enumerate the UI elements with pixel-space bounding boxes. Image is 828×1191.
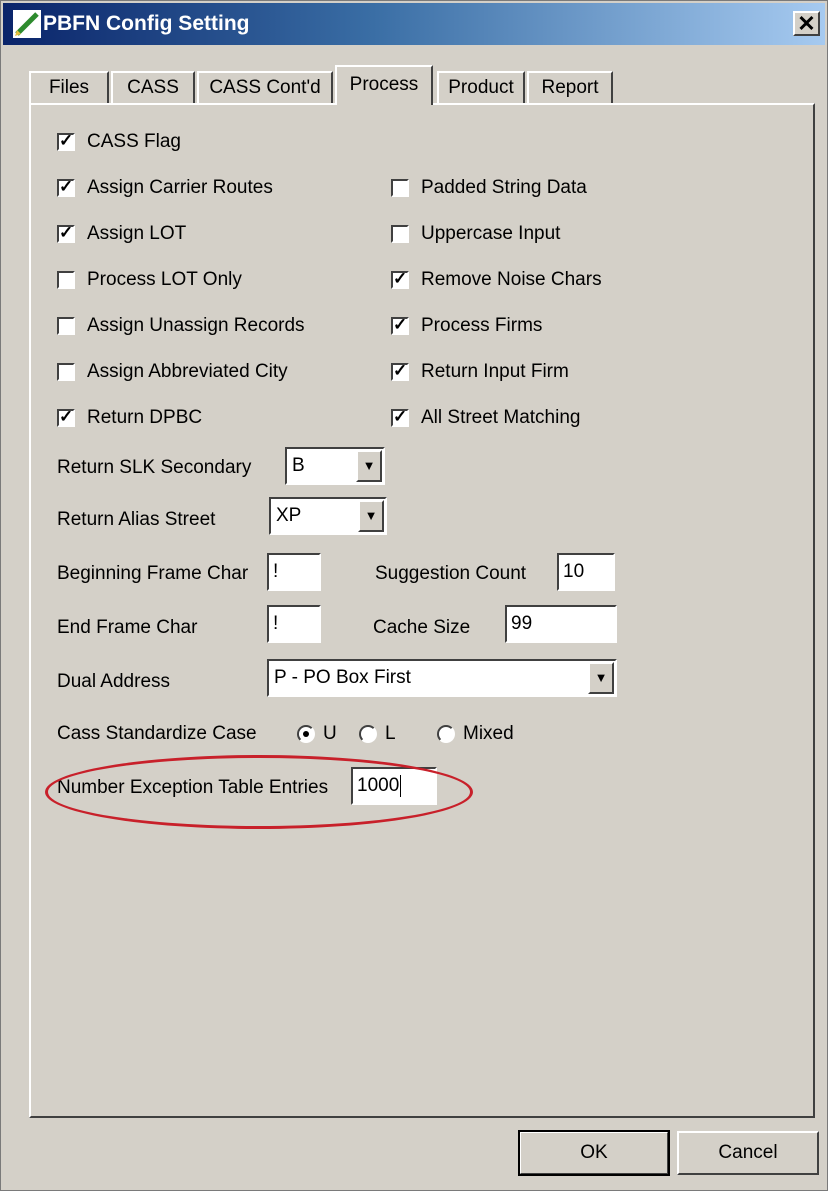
check-icon: ✓	[393, 315, 408, 334]
checkbox-box[interactable]	[57, 271, 75, 289]
return-slk-secondary-select[interactable]: B ▼	[285, 447, 385, 485]
beginning-frame-char-label: Beginning Frame Char	[57, 563, 249, 584]
checkbox-label: Return Input Firm	[421, 361, 569, 382]
radio-case-l[interactable]: L	[359, 723, 396, 745]
radio-label: U	[323, 723, 337, 744]
title-bar[interactable]: PBFN Config Setting ✕	[3, 3, 825, 45]
checkbox-all-street-matching[interactable]: ✓ All Street Matching	[391, 407, 580, 429]
suggestion-count-label: Suggestion Count	[375, 563, 527, 584]
checkbox-box[interactable]: ✓	[57, 223, 75, 243]
checkbox-label: CASS Flag	[87, 131, 181, 152]
checkbox-label: All Street Matching	[421, 407, 581, 428]
checkbox-label: Assign LOT	[87, 223, 187, 244]
return-alias-street-label: Return Alias Street	[57, 509, 216, 530]
tab-files[interactable]: Files	[29, 71, 109, 103]
checkbox-label: Process LOT Only	[87, 269, 242, 290]
checkbox-assign-lot[interactable]: ✓ Assign LOT	[57, 223, 186, 245]
checkbox-label: Process Firms	[421, 315, 543, 336]
ok-button[interactable]: OK	[518, 1130, 670, 1176]
tab-report[interactable]: Report	[527, 71, 613, 103]
checkbox-label: Padded String Data	[421, 177, 587, 198]
checkbox-label: Assign Unassign Records	[87, 315, 305, 336]
cancel-button[interactable]: Cancel	[677, 1131, 819, 1175]
radio-circle[interactable]	[297, 725, 315, 743]
checkbox-assign-carrier-routes[interactable]: ✓ Assign Carrier Routes	[57, 177, 273, 199]
checkbox-label: Return DPBC	[87, 407, 203, 428]
chevron-down-icon: ▼	[364, 508, 378, 523]
chevron-down-icon: ▼	[362, 458, 376, 473]
tab-cass-contd[interactable]: CASS Cont'd	[197, 71, 333, 103]
check-icon: ✓	[393, 361, 408, 380]
radio-label: Mixed	[463, 723, 514, 744]
suggestion-count-input[interactable]: 10	[557, 553, 615, 591]
dual-address-select[interactable]: P - PO Box First ▼	[267, 659, 617, 697]
checkbox-box[interactable]: ✓	[391, 361, 409, 381]
process-tab-panel	[29, 103, 815, 1118]
end-frame-char-label: End Frame Char	[57, 617, 198, 638]
config-dialog: PBFN Config Setting ✕ Files CASS CASS Co…	[0, 0, 828, 1191]
checkbox-label: Assign Carrier Routes	[87, 177, 273, 198]
dropdown-button[interactable]: ▼	[356, 450, 382, 482]
checkbox-assign-unassign-records[interactable]: Assign Unassign Records	[57, 315, 305, 337]
cache-size-input[interactable]: 99	[505, 605, 617, 643]
checkbox-box[interactable]: ✓	[57, 407, 75, 427]
checkbox-box[interactable]	[391, 179, 409, 197]
chevron-down-icon: ▼	[594, 670, 608, 685]
radio-dot-icon	[303, 731, 309, 737]
check-icon: ✓	[393, 269, 408, 288]
checkbox-box[interactable]	[57, 363, 75, 381]
number-exception-table-entries-label: Number Exception Table Entries	[57, 777, 329, 798]
text-caret	[400, 774, 402, 797]
checkbox-padded-string-data[interactable]: Padded String Data	[391, 177, 587, 199]
radio-circle[interactable]	[359, 725, 377, 743]
check-icon: ✓	[59, 407, 74, 426]
checkbox-return-input-firm[interactable]: ✓ Return Input Firm	[391, 361, 569, 383]
checkbox-box[interactable]: ✓	[57, 177, 75, 197]
check-icon: ✓	[59, 131, 74, 150]
checkbox-label: Assign Abbreviated City	[87, 361, 288, 382]
radio-case-u[interactable]: U	[297, 723, 337, 745]
tab-cass[interactable]: CASS	[111, 71, 195, 103]
checkbox-box[interactable]: ✓	[391, 407, 409, 427]
beginning-frame-char-input[interactable]: !	[267, 553, 321, 591]
checkbox-cass-flag[interactable]: ✓ CASS Flag	[57, 131, 181, 153]
checkbox-label: Uppercase Input	[421, 223, 561, 244]
tab-product[interactable]: Product	[437, 71, 525, 103]
select-value: P - PO Box First	[274, 667, 411, 688]
checkbox-process-firms[interactable]: ✓ Process Firms	[391, 315, 542, 337]
dual-address-label: Dual Address	[57, 671, 171, 692]
checkbox-box[interactable]	[57, 317, 75, 335]
cass-standardize-case-label: Cass Standardize Case	[57, 723, 257, 744]
number-exception-table-entries-input[interactable]: 1000	[351, 767, 437, 805]
close-icon: ✕	[797, 11, 816, 36]
checkbox-return-dpbc[interactable]: ✓ Return DPBC	[57, 407, 202, 429]
checkbox-remove-noise-chars[interactable]: ✓ Remove Noise Chars	[391, 269, 602, 291]
checkbox-label: Remove Noise Chars	[421, 269, 602, 290]
return-slk-secondary-label: Return SLK Secondary	[57, 457, 252, 478]
return-alias-street-select[interactable]: XP ▼	[269, 497, 387, 535]
tab-process[interactable]: Process	[335, 65, 433, 105]
checkbox-box[interactable]: ✓	[57, 131, 75, 151]
end-frame-char-input[interactable]: !	[267, 605, 321, 643]
select-value: XP	[276, 505, 302, 526]
window-title: PBFN Config Setting	[43, 12, 250, 35]
checkbox-box[interactable]: ✓	[391, 315, 409, 335]
check-icon: ✓	[393, 407, 408, 426]
select-value: B	[292, 455, 305, 476]
radio-case-mixed[interactable]: Mixed	[437, 723, 514, 745]
checkbox-uppercase-input[interactable]: Uppercase Input	[391, 223, 560, 245]
close-button[interactable]: ✕	[793, 11, 820, 36]
dropdown-button[interactable]: ▼	[588, 662, 614, 694]
checkbox-box[interactable]	[391, 225, 409, 243]
dropdown-button[interactable]: ▼	[358, 500, 384, 532]
checkbox-process-lot-only[interactable]: Process LOT Only	[57, 269, 242, 291]
checkbox-box[interactable]: ✓	[391, 269, 409, 289]
radio-circle[interactable]	[437, 725, 455, 743]
cache-size-label: Cache Size	[373, 617, 471, 638]
radio-label: L	[385, 723, 396, 744]
checkbox-assign-abbreviated-city[interactable]: Assign Abbreviated City	[57, 361, 288, 383]
pencil-icon	[13, 10, 41, 38]
check-icon: ✓	[59, 223, 74, 242]
check-icon: ✓	[59, 177, 74, 196]
